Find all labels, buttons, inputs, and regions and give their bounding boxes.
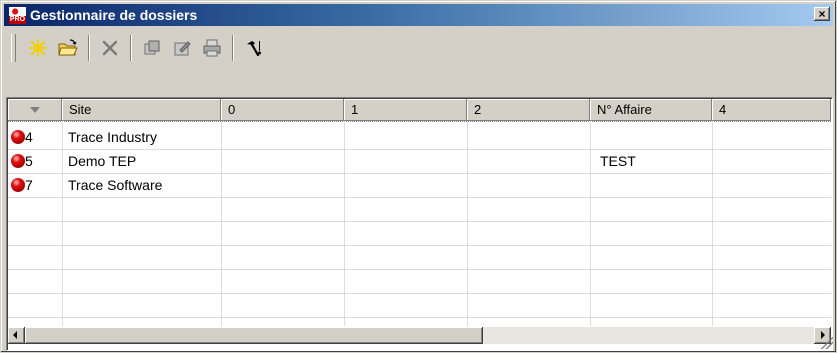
sort-arrow-icon bbox=[30, 106, 40, 113]
toolbar-separator bbox=[130, 35, 132, 61]
toolbar-separator bbox=[232, 35, 234, 61]
delete-x-icon bbox=[102, 40, 118, 56]
cell-affaire: TEST bbox=[600, 153, 636, 169]
status-dot-icon bbox=[11, 130, 25, 144]
open-folder-icon bbox=[58, 39, 78, 56]
toolbar bbox=[4, 29, 833, 67]
grid-line bbox=[8, 245, 831, 246]
column-header-affaire[interactable]: N° Affaire bbox=[590, 99, 712, 121]
cell-site: Trace Software bbox=[68, 177, 163, 193]
grid-line bbox=[8, 197, 831, 198]
title-bar[interactable]: PRO Gestionnaire de dossiers × bbox=[4, 4, 833, 26]
grid-line bbox=[8, 269, 831, 270]
print-icon bbox=[203, 39, 221, 57]
copy-button[interactable] bbox=[139, 35, 165, 61]
folder-manager-window: PRO Gestionnaire de dossiers × Site 0 1 … bbox=[0, 0, 837, 353]
hammer-icon bbox=[247, 41, 261, 57]
resize-grip-icon[interactable] bbox=[819, 335, 833, 349]
column-header-4[interactable]: 4 bbox=[712, 99, 831, 121]
cell-site: Demo TEP bbox=[68, 153, 137, 169]
column-header-1[interactable]: 1 bbox=[344, 99, 467, 121]
row-id: 5 bbox=[25, 153, 33, 169]
asterisk-icon bbox=[29, 39, 47, 57]
tools-button[interactable] bbox=[241, 35, 267, 61]
scrollbar-thumb[interactable] bbox=[25, 327, 483, 344]
delete-button[interactable] bbox=[97, 35, 123, 61]
grid-line bbox=[8, 221, 831, 222]
table-row[interactable]: 4 Trace Industry bbox=[8, 125, 831, 149]
properties-button[interactable] bbox=[169, 35, 195, 61]
status-dot-icon bbox=[11, 154, 25, 168]
row-id: 4 bbox=[25, 129, 33, 145]
scroll-left-button[interactable] bbox=[8, 327, 25, 344]
grid-line bbox=[8, 317, 831, 318]
grid-line bbox=[8, 293, 831, 294]
toolbar-separator bbox=[88, 35, 90, 61]
column-header-2[interactable]: 2 bbox=[467, 99, 590, 121]
close-button[interactable]: × bbox=[814, 7, 830, 21]
new-button[interactable] bbox=[25, 35, 51, 61]
table-row[interactable]: 7 Trace Software bbox=[8, 173, 831, 197]
toolbar-grip[interactable] bbox=[11, 34, 16, 62]
open-button[interactable] bbox=[55, 35, 81, 61]
table-row[interactable]: 5 Demo TEP TEST bbox=[8, 149, 831, 173]
properties-icon bbox=[174, 41, 191, 56]
horizontal-scrollbar[interactable] bbox=[8, 327, 831, 344]
cell-site: Trace Industry bbox=[68, 129, 157, 145]
copy-icon bbox=[144, 40, 160, 55]
row-id: 7 bbox=[25, 177, 33, 193]
column-header-0[interactable]: 0 bbox=[221, 99, 344, 121]
header-separator bbox=[8, 121, 831, 122]
arrow-left-icon bbox=[13, 331, 17, 339]
app-icon: PRO bbox=[9, 6, 26, 24]
print-button[interactable] bbox=[199, 35, 225, 61]
status-dot-icon bbox=[11, 178, 25, 192]
column-header-sort[interactable] bbox=[8, 99, 62, 121]
column-header-site[interactable]: Site bbox=[62, 99, 221, 121]
window-title: Gestionnaire de dossiers bbox=[30, 7, 198, 23]
